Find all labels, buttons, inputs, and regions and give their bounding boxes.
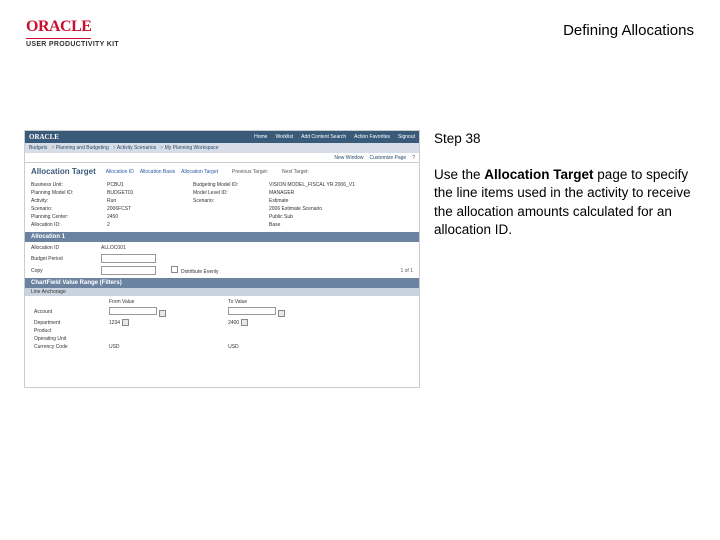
chartfield-table: From ValueTo Value Account Department123…: [25, 296, 419, 353]
instr-pre: Use the: [434, 167, 484, 182]
instruction-pane: Step 38 Use the Allocation Target page t…: [434, 130, 696, 388]
copy-label: Copy: [31, 268, 101, 274]
f-bu-v: PCBU1: [107, 182, 187, 188]
crumb-1[interactable]: Budgets: [29, 145, 47, 151]
section-allocation: Allocation 1: [25, 232, 419, 242]
lookup-icon[interactable]: [241, 319, 248, 326]
f-sc-v: Estimate: [269, 198, 413, 204]
f-pm-v: BUDGET01: [107, 190, 187, 196]
f-pm-l: Planning Model ID:: [31, 190, 101, 196]
subsection-line: Line Anchorage: [25, 288, 419, 296]
document-title: Defining Allocations: [563, 22, 694, 39]
dept-to-value: 2400: [228, 320, 239, 326]
prev-target-label: Previous Target:: [232, 169, 268, 175]
menu-favorites[interactable]: Action Favorites: [354, 134, 390, 140]
crumb-3[interactable]: Activity Scenarios: [113, 145, 157, 151]
link-allocation-id[interactable]: Allocation ID: [106, 169, 134, 175]
row-dept-label: Department: [31, 318, 106, 327]
col-from: From Value: [106, 298, 225, 306]
account-from-input[interactable]: [109, 307, 157, 315]
alloc-id-label: Allocation ID: [31, 245, 101, 251]
f-pc-l: Planning Center:: [31, 214, 101, 220]
customize-page-link[interactable]: Customize Page: [370, 155, 407, 161]
f-pc-v: 2450: [107, 214, 187, 220]
oracle-logo: ORACLE: [26, 18, 91, 39]
copy-input[interactable]: [101, 266, 156, 275]
crumb-2[interactable]: Planning and Budgeting: [51, 145, 108, 151]
app-header-bar: ORACLE Home Worklist Add Content Search …: [25, 131, 419, 143]
f-ai-l: Allocation ID:: [31, 222, 101, 228]
budget-period-label: Budget Period: [31, 256, 101, 262]
f-bm-v: VISION MODEL_FISCAL YR 2006_V1: [269, 182, 413, 188]
row-currency-label: Currency Code: [31, 343, 106, 351]
header-fields: Business Unit: PCBU1 Budgeting Model ID: VI…: [25, 180, 419, 232]
breadcrumb: Budgets Planning and Budgeting Activity …: [25, 143, 419, 153]
record-counter: 1 of 1: [400, 268, 413, 274]
f-aid-l: [193, 222, 263, 228]
lookup-icon[interactable]: [159, 310, 166, 317]
f-bm-l: Budgeting Model ID:: [193, 182, 263, 188]
f-sc2d-l: [193, 206, 263, 212]
row-product-label: Product: [31, 327, 106, 335]
f-ml-v: MANAGER: [269, 190, 413, 196]
f-ml-l: Model Level ID:: [193, 190, 263, 196]
menu-search[interactable]: Add Content Search: [301, 134, 346, 140]
f-bu-l: Business Unit:: [31, 182, 101, 188]
account-to-input[interactable]: [228, 307, 276, 315]
f-pcd-l: [193, 214, 263, 220]
f-ac-l: Activity:: [31, 198, 101, 204]
logo-block: ORACLE USER PRODUCTIVITY KIT: [26, 18, 119, 48]
dept-from-value: 1234: [109, 320, 120, 326]
row-account-label: Account: [31, 306, 106, 318]
logo-subtitle: USER PRODUCTIVITY KIT: [26, 41, 119, 48]
col-to: To Value: [225, 298, 344, 306]
step-label: Step 38: [434, 130, 696, 148]
step-instruction: Use the Allocation Target page to specif…: [434, 166, 696, 239]
currency-to-value: USD: [225, 343, 344, 351]
screenshot-thumbnail: ORACLE Home Worklist Add Content Search …: [24, 130, 420, 388]
f-sc2-l: Scenario:: [31, 206, 101, 212]
f-pcd-v: Public Sub: [269, 214, 413, 220]
f-aid-v: Base: [269, 222, 413, 228]
instr-bold: Allocation Target: [484, 167, 593, 182]
section-cf-filters: ChartField Value Range (Filters): [25, 278, 419, 288]
menu-home[interactable]: Home: [254, 134, 267, 140]
new-window-link[interactable]: New Window: [334, 155, 363, 161]
app-brand: ORACLE: [29, 133, 254, 141]
next-target-label: Next Target:: [282, 169, 309, 175]
f-ac-v: Run: [107, 198, 187, 204]
currency-from-value: USD: [106, 343, 225, 351]
lookup-icon[interactable]: [278, 310, 285, 317]
link-allocation-target[interactable]: Allocation Target: [181, 169, 218, 175]
budget-period-input[interactable]: [101, 254, 156, 263]
f-ai-v: 2: [107, 222, 187, 228]
distribute-checkbox[interactable]: [171, 266, 178, 273]
f-sc2-v: 2006FCST: [107, 206, 187, 212]
crumb-4[interactable]: My Planning Workspace: [160, 145, 218, 151]
menu-signout[interactable]: Signout: [398, 134, 415, 140]
f-sc-l: Scenario:: [193, 198, 263, 204]
help-icon[interactable]: ?: [412, 155, 415, 161]
page-title: Allocation Target: [31, 167, 96, 176]
menu-worklist[interactable]: Worklist: [275, 134, 293, 140]
distribute-label: Distribute Evenly: [181, 269, 219, 275]
f-sc2d-v: 2006 Estimate Scenario: [269, 206, 413, 212]
toolbar: New Window Customize Page ?: [25, 153, 419, 163]
row-ou-label: Operating Unit: [31, 335, 106, 343]
link-allocation-basis[interactable]: Allocation Basis: [140, 169, 175, 175]
lookup-icon[interactable]: [122, 319, 129, 326]
alloc-id-value: ALLOC001: [101, 245, 171, 251]
